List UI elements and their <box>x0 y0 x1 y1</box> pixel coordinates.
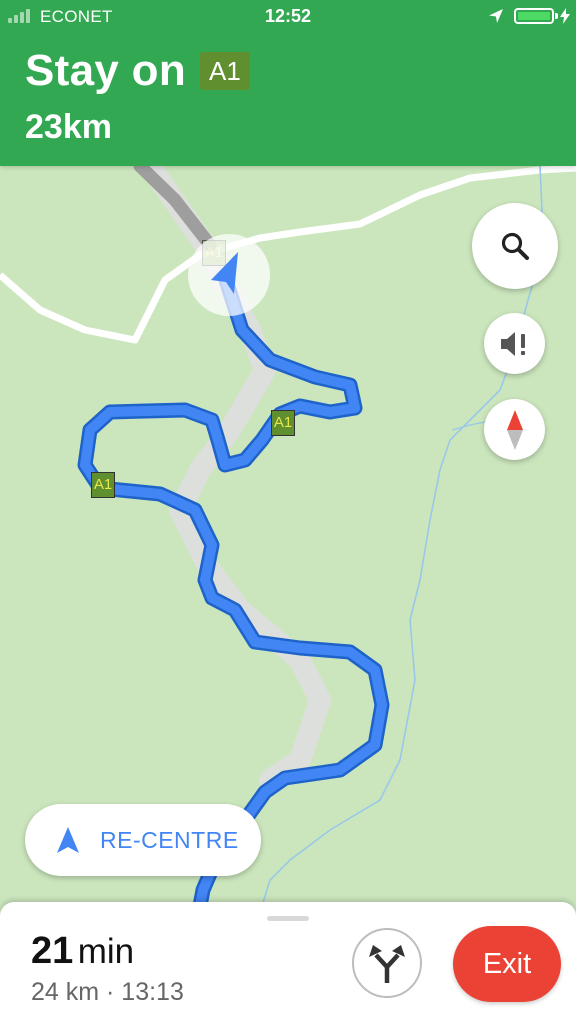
alternate-routes-button[interactable] <box>352 928 422 998</box>
trip-summary-panel[interactable]: 21 min 24 km · 13:13 Exit <box>0 902 576 1024</box>
trip-duration: 21 min <box>31 930 134 973</box>
road-shield: A1 <box>200 52 250 90</box>
charging-bolt-icon <box>560 8 570 24</box>
exit-navigation-button[interactable]: Exit <box>453 926 561 1002</box>
navigation-arrow-icon <box>57 827 79 853</box>
navigation-header: Stay on A1 23km <box>0 32 576 166</box>
battery-level <box>518 12 550 20</box>
battery-icon <box>514 8 554 24</box>
compass-icon <box>506 409 523 450</box>
status-bar: ECONET 12:52 <box>0 0 576 32</box>
instruction-text: Stay on <box>25 46 187 95</box>
duration-unit: min <box>77 932 135 971</box>
map-road-shield: A1 <box>91 472 115 498</box>
search-icon <box>501 232 529 260</box>
instruction-row: Stay on A1 <box>25 46 250 96</box>
duration-value: 21 <box>31 930 74 972</box>
drag-handle[interactable] <box>267 916 309 921</box>
distance-to-next-step: 23km <box>25 108 112 146</box>
volume-alert-icon <box>500 331 525 356</box>
compass-button[interactable] <box>484 399 545 460</box>
search-button[interactable] <box>472 203 558 289</box>
map-road-shield: A1 <box>271 410 295 436</box>
recentre-button[interactable]: RE-CENTRE <box>25 804 261 876</box>
current-location-puck <box>188 234 270 316</box>
location-arrow-icon <box>489 9 503 23</box>
trip-distance-and-arrival: 24 km · 13:13 <box>31 978 184 1006</box>
alternate-routes-icon <box>369 945 405 983</box>
sound-settings-button[interactable] <box>484 313 545 374</box>
recentre-label: RE-CENTRE <box>100 826 239 853</box>
